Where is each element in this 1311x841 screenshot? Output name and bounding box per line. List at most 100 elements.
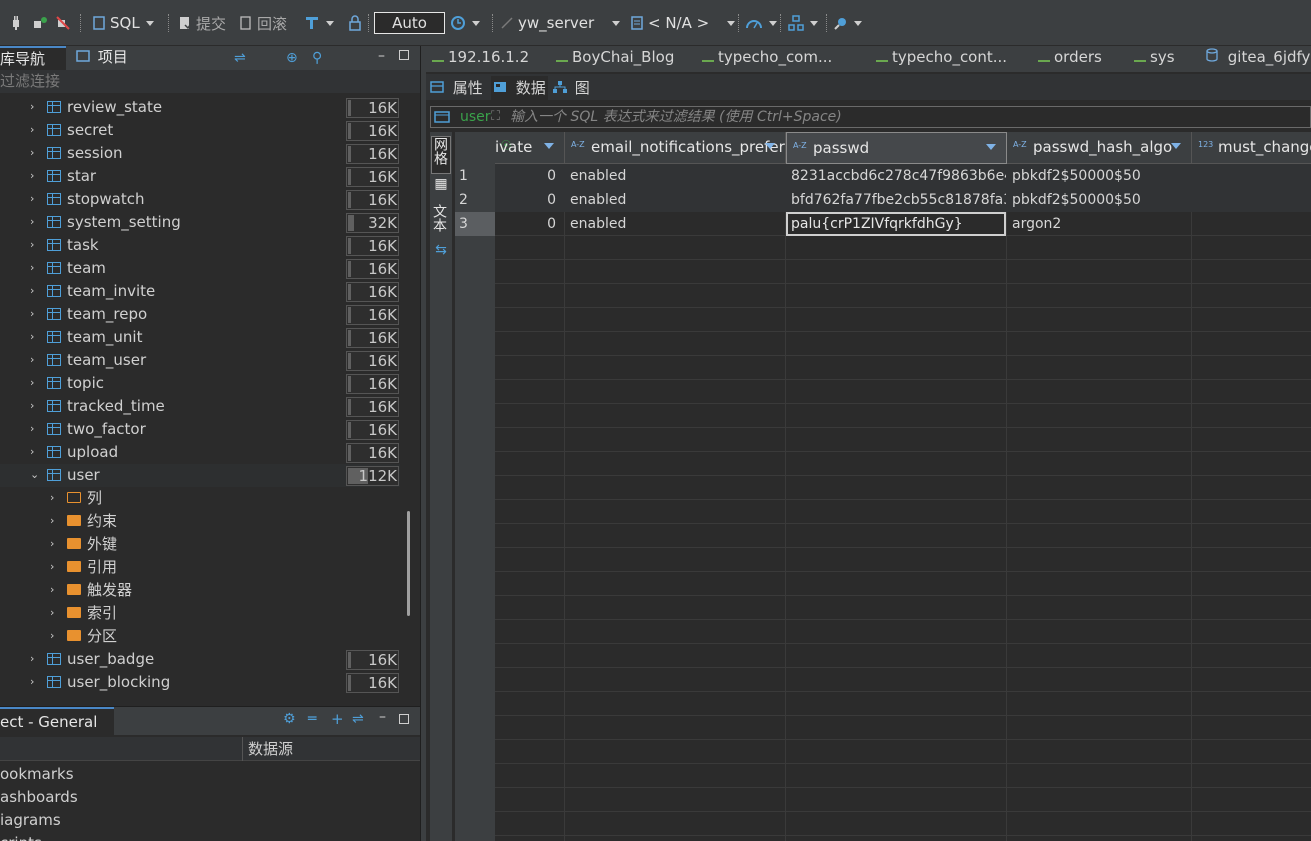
transaction-mode-button[interactable] bbox=[304, 12, 334, 34]
chevron-down-icon[interactable] bbox=[612, 20, 621, 26]
maximize-icon[interactable] bbox=[399, 714, 409, 724]
sort-dropdown-icon[interactable] bbox=[765, 143, 775, 149]
tab-typecho-com[interactable]: typecho_com... bbox=[702, 46, 832, 72]
chevron-right-icon[interactable]: › bbox=[30, 331, 40, 343]
minimize-icon[interactable]: – bbox=[379, 709, 386, 725]
maximize-icon[interactable] bbox=[399, 50, 409, 60]
row-number[interactable]: 2 bbox=[455, 188, 495, 212]
table-cell[interactable] bbox=[1192, 188, 1311, 212]
tree-table-tracked-time[interactable]: › tracked_time 16K bbox=[0, 395, 400, 418]
tree-table-star[interactable]: › star 16K bbox=[0, 165, 400, 188]
chevron-right-icon[interactable]: › bbox=[30, 147, 40, 159]
tab-properties[interactable]: 属性 bbox=[430, 76, 490, 100]
column-header-passwd-hash-algo[interactable]: A-Z passwd_hash_algo bbox=[1007, 132, 1192, 164]
column-header-must-change[interactable]: 123 must_change_ bbox=[1192, 132, 1311, 164]
text-view-toggle[interactable]: 文本 bbox=[431, 204, 451, 242]
chevron-right-icon[interactable]: › bbox=[30, 101, 40, 113]
table-cell[interactable]: bfd762fa77fbe2cb55c81878fa34 bbox=[786, 188, 1006, 212]
tab-project[interactable]: 项目 bbox=[72, 46, 152, 70]
chevron-right-icon[interactable]: › bbox=[50, 584, 60, 596]
tree-table-user-badge[interactable]: › user_badge 16K bbox=[0, 648, 400, 671]
tree-table-user-blocking[interactable]: › user_blocking 16K bbox=[0, 671, 400, 694]
tree-table-secret[interactable]: › secret 16K bbox=[0, 119, 400, 142]
lock-icon[interactable] bbox=[348, 12, 362, 34]
tab-gitea[interactable]: gitea_6jdfy6 bbox=[1206, 46, 1311, 72]
tree-table-upload[interactable]: › upload 16K bbox=[0, 441, 400, 464]
chevron-right-icon[interactable]: › bbox=[50, 515, 60, 527]
tree-table-user[interactable]: ⌄ user 112K bbox=[0, 464, 400, 487]
history-button[interactable] bbox=[450, 12, 480, 34]
navigator-scrollbar[interactable] bbox=[407, 511, 410, 616]
project-item-dashboards[interactable]: ashboards bbox=[0, 786, 78, 809]
tab-sys[interactable]: sys bbox=[1134, 46, 1175, 72]
dashboard-button[interactable] bbox=[745, 12, 777, 34]
sql-editor-button[interactable]: SQL bbox=[92, 12, 154, 34]
cell-editing[interactable]: palu{crP1ZIVfqrkfdhGy} bbox=[786, 212, 1006, 236]
datasource-column-header[interactable]: 数据源 bbox=[242, 737, 293, 761]
chevron-right-icon[interactable]: › bbox=[30, 262, 40, 274]
table-cell[interactable]: argon2 bbox=[1007, 212, 1191, 236]
table-cell[interactable]: 0 bbox=[495, 212, 564, 236]
chevron-right-icon[interactable]: › bbox=[30, 377, 40, 389]
chevron-right-icon[interactable]: › bbox=[30, 423, 40, 435]
tab-project-general[interactable]: ect - General ✕ bbox=[0, 707, 114, 757]
sort-dropdown-icon[interactable] bbox=[1171, 143, 1181, 149]
chevron-right-icon[interactable]: › bbox=[30, 653, 40, 665]
tab-typecho-cont[interactable]: typecho_cont... bbox=[876, 46, 1007, 72]
schema-selector[interactable]: < N/A > bbox=[630, 12, 736, 34]
tab-connection-192[interactable]: 192.16.1.2 bbox=[432, 46, 529, 72]
minimize-icon[interactable]: – bbox=[378, 48, 385, 64]
tree-table-task[interactable]: › task 16K bbox=[0, 234, 400, 257]
chevron-right-icon[interactable]: › bbox=[50, 630, 60, 642]
tree-user-child[interactable]: › 索引 bbox=[0, 602, 400, 625]
datasource-selector[interactable]: yw_server bbox=[500, 12, 621, 34]
connect-icon[interactable] bbox=[10, 12, 22, 34]
chevron-down-icon[interactable] bbox=[472, 20, 480, 26]
table-cell[interactable]: enabled bbox=[565, 212, 785, 236]
transpose-icon[interactable]: ⇆ bbox=[431, 242, 451, 260]
chevron-right-icon[interactable]: › bbox=[30, 216, 40, 228]
chevron-right-icon[interactable]: › bbox=[30, 239, 40, 251]
chevron-right-icon[interactable]: › bbox=[50, 607, 60, 619]
gear-icon[interactable]: ⚙ bbox=[283, 711, 296, 727]
grid-icon[interactable]: ▦ bbox=[431, 176, 451, 194]
project-item-diagrams[interactable]: iagrams bbox=[0, 809, 61, 832]
chevron-right-icon[interactable]: › bbox=[30, 285, 40, 297]
chevron-right-icon[interactable]: › bbox=[30, 308, 40, 320]
table-cell[interactable]: 8231accbd6c278c47f9863b6e4e1 bbox=[786, 164, 1006, 188]
collapse-icon[interactable]: ═ bbox=[308, 711, 316, 727]
tree-table-review-state[interactable]: › review_state 16K bbox=[0, 96, 400, 119]
chevron-down-icon[interactable]: ⌄ bbox=[30, 469, 40, 481]
chevron-right-icon[interactable]: › bbox=[50, 492, 60, 504]
link-editor-icon[interactable]: ⊕ bbox=[286, 50, 298, 66]
tree-user-child[interactable]: › 分区 bbox=[0, 625, 400, 648]
table-cell[interactable]: 0 bbox=[495, 164, 564, 188]
tab-db-navigator[interactable]: 库导航 ✕ bbox=[0, 46, 66, 90]
sql-filter-input[interactable]: user ⛶ 输入一个 SQL 表达式来过滤结果 (使用 Ctrl+Space) bbox=[430, 106, 1311, 128]
column-header-passwd[interactable]: A-Z passwd bbox=[786, 132, 1007, 164]
tree-table-team-user[interactable]: › team_user 16K bbox=[0, 349, 400, 372]
chevron-down-icon[interactable] bbox=[854, 20, 862, 26]
tree-table-team-invite[interactable]: › team_invite 16K bbox=[0, 280, 400, 303]
tab-boychai-blog[interactable]: BoyChai_Blog bbox=[556, 46, 674, 72]
table-cell[interactable]: pbkdf2$50000$50 bbox=[1007, 188, 1191, 212]
tab-orders[interactable]: orders bbox=[1038, 46, 1102, 72]
sort-dropdown-icon[interactable] bbox=[986, 144, 996, 150]
column-header-email-notifications[interactable]: A-Z email_notifications_prefer bbox=[565, 132, 786, 164]
chevron-right-icon[interactable]: › bbox=[30, 124, 40, 136]
tools-button[interactable] bbox=[788, 12, 818, 34]
link-icon[interactable]: ⇌ bbox=[352, 711, 364, 727]
table-cell[interactable]: 0 bbox=[495, 188, 564, 212]
tree-user-child[interactable]: › 引用 bbox=[0, 556, 400, 579]
tree-table-session[interactable]: › session 16K bbox=[0, 142, 400, 165]
disconnect-icon[interactable] bbox=[56, 12, 70, 34]
tree-table-team-repo[interactable]: › team_repo 16K bbox=[0, 303, 400, 326]
chevron-down-icon[interactable] bbox=[326, 20, 334, 26]
chevron-down-icon[interactable] bbox=[810, 20, 818, 26]
filter-icon[interactable]: ⚲ bbox=[312, 50, 322, 66]
chevron-right-icon[interactable]: › bbox=[30, 400, 40, 412]
auto-commit-mode[interactable]: Auto bbox=[374, 12, 445, 34]
tree-table-two-factor[interactable]: › two_factor 16K bbox=[0, 418, 400, 441]
table-cell[interactable] bbox=[1192, 212, 1311, 236]
tree-table-topic[interactable]: › topic 16K bbox=[0, 372, 400, 395]
